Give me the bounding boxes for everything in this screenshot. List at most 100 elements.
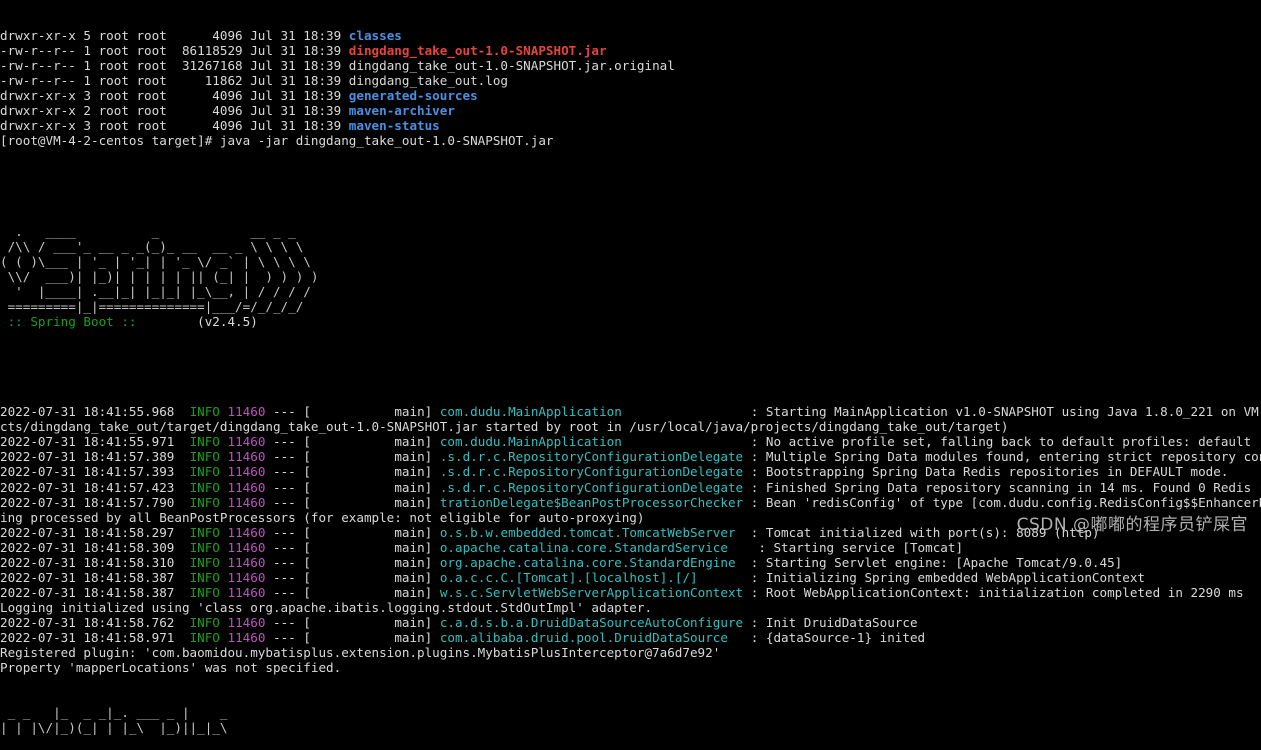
file-listing: drwxr-xr-x 5 root root 4096 Jul 31 18:39… [0,28,1261,148]
log-pid: 11460 [227,569,266,585]
log-level: INFO [189,464,220,480]
log-line: 2022-07-31 18:41:57.790 INFO 11460 --- [… [0,495,1261,510]
file-meta: -rw-r--r-- 1 root root 31267168 Jul 31 1… [0,58,349,74]
banner-art-line: . ____ _ __ _ _ [0,223,296,239]
log-line: 2022-07-31 18:41:58.310 INFO 11460 --- [… [0,554,1123,570]
log-pid: 11460 [227,494,266,510]
log-level: INFO [189,449,220,465]
log-message: : Root WebApplicationContext: initializa… [750,584,1244,600]
log-pid: 11460 [227,479,266,495]
log-message: : Starting service [Tomcat] [758,539,964,555]
log-logger: o.a.c.c.C.[Tomcat].[localhost].[/] [439,569,698,585]
log-timestamp: 2022-07-31 18:41:57.393 [0,464,175,480]
log-timestamp: 2022-07-31 18:41:58.387 [0,569,175,585]
log-line: 2022-07-31 18:41:58.309 INFO 11460 --- [… [0,539,964,555]
log-message: : Bootstrapping Spring Data Redis reposi… [750,464,1229,480]
log-level: INFO [189,554,220,570]
log-line: 2022-07-31 18:41:58.387 INFO 11460 --- [… [0,584,1244,600]
log-level: INFO [189,479,220,495]
spring-boot-label: :: Spring Boot :: [0,313,145,329]
shell-prompt-text: [root@VM-4-2-centos target]# java -jar d… [0,133,554,149]
log-pid: 11460 [227,584,266,600]
file-name: maven-archiver [348,103,455,119]
banner-art-line: ( ( )\___ | '_ | '_| | '_ \/ _` | \ \ \ … [0,253,311,269]
log-logger: .s.d.r.c.RepositoryConfigurationDelegate [439,449,744,465]
log-thread: main] [310,434,433,450]
log-continuation-line: cts/dingdang_take_out/target/dingdang_ta… [0,419,1009,435]
banner-art-line: \\/ ___)| |_)| | | | | || (_| | ) ) ) ) [0,268,319,284]
csdn-watermark: CSDN @嘟嘟的程序员铲屎官 [1016,515,1248,535]
log-thread: main] [310,479,433,495]
file-name: dingdang_take_out-1.0-SNAPSHOT.jar [348,43,607,59]
file-listing-row: drwxr-xr-x 5 root root 4096 Jul 31 18:39… [0,28,1261,43]
log-pid: 11460 [227,554,266,570]
log-logger: .s.d.r.c.RepositoryConfigurationDelegate [439,479,744,495]
log-message: : Starting Servlet engine: [Apache Tomca… [750,554,1123,570]
log-pid: 11460 [227,539,266,555]
log-thread: main] [310,554,433,570]
log-level: INFO [189,494,220,510]
log-pid: 11460 [227,449,266,465]
log-thread: main] [310,569,433,585]
log-timestamp: 2022-07-31 18:41:57.790 [0,494,175,510]
log-logger: com.dudu.MainApplication [439,434,622,450]
log-level: INFO [189,584,220,600]
log-timestamp: 2022-07-31 18:41:58.762 [0,614,175,630]
file-name: maven-status [348,118,440,134]
log-logger: com.dudu.MainApplication [439,404,622,420]
log-message: : Starting MainApplication v1.0-SNAPSHOT… [750,404,1261,420]
log-timestamp: 2022-07-31 18:41:58.309 [0,539,175,555]
log-line: 2022-07-31 18:41:55.968 INFO 11460 --- [… [0,404,1261,419]
log-pid: 11460 [227,464,266,480]
log-timestamp: 2022-07-31 18:41:58.387 [0,584,175,600]
file-name: generated-sources [348,88,478,104]
log-thread: main] [310,494,433,510]
log-thread: main] [310,449,433,465]
log-timestamp: 2022-07-31 18:41:58.297 [0,524,175,540]
log-line: 2022-07-31 18:41:55.971 INFO 11460 --- [… [0,434,1252,450]
log-logger: w.s.c.ServletWebServerApplicationContext [439,584,744,600]
file-name: classes [348,28,402,44]
log-timestamp: 2022-07-31 18:41:58.310 [0,554,175,570]
banner-art-line: /\\ / ___'_ __ _ _(_)_ __ __ _ \ \ \ \ [0,238,304,254]
log-level: INFO [189,629,220,645]
terminal-output[interactable]: drwxr-xr-x 5 root root 4096 Jul 31 18:39… [0,0,1261,750]
log-logger: .s.d.r.c.RepositoryConfigurationDelegate [439,464,744,480]
log-pid: 11460 [227,404,266,420]
banner-art-line: ' |____| .__|_| |_|_| |_\__, | / / / / [0,283,311,299]
file-listing-row: -rw-r--r-- 1 root root 86118529 Jul 31 1… [0,43,1261,58]
log-thread: main] [310,614,433,630]
log-timestamp: 2022-07-31 18:41:55.971 [0,434,175,450]
log-message: : Init DruidDataSource [750,614,918,630]
log-level: INFO [189,524,220,540]
mybatis-art-line: _ _ |_ _ _|_. ___ _ | _ [0,705,228,721]
log-thread: main] [310,539,433,555]
log-logger: trationDelegate$BeanPostProcessorChecker [439,494,744,510]
log-level: INFO [189,539,220,555]
shell-prompt-line[interactable]: [root@VM-4-2-centos target]# java -jar d… [0,133,1261,148]
log-line: 2022-07-31 18:41:57.393 INFO 11460 --- [… [0,464,1229,480]
log-continuation-line: Logging initialized using 'class org.apa… [0,599,653,615]
log-line: 2022-07-31 18:41:58.971 INFO 11460 --- [… [0,629,926,645]
file-meta: drwxr-xr-x 5 root root 4096 Jul 31 18:39 [0,28,349,44]
file-listing-row: drwxr-xr-x 2 root root 4096 Jul 31 18:39… [0,103,1261,118]
log-level: INFO [189,434,220,450]
banner-footer-line: :: Spring Boot :: (v2.4.5) [0,314,1261,329]
mybatis-art-line: | | |\/|_)(_| | |_\ |_)||_|_\ [0,720,228,736]
log-thread: main] [310,524,433,540]
log-message: : Initializing Spring embedded WebApplic… [750,569,1145,585]
log-thread: main] [310,404,433,420]
log-pid: 11460 [227,434,266,450]
log-line: 2022-07-31 18:41:58.762 INFO 11460 --- [… [0,614,918,630]
log-pid: 11460 [227,629,266,645]
log-message: : Finished Spring Data repository scanni… [750,479,1261,495]
log-level: INFO [189,569,220,585]
log-level: INFO [189,404,220,420]
log-pid: 11460 [227,614,266,630]
log-logger: c.a.d.s.b.a.DruidDataSourceAutoConfigure [439,614,744,630]
log-line: 2022-07-31 18:41:57.423 INFO 11460 --- [… [0,480,1261,495]
log-thread: main] [310,584,433,600]
application-log: 2022-07-31 18:41:55.968 INFO 11460 --- [… [0,404,1261,675]
